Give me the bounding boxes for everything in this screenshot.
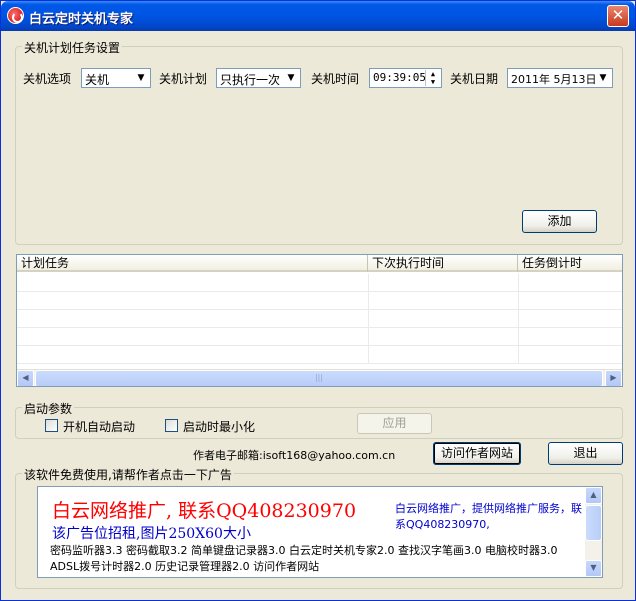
task-list[interactable]: 计划任务 下次执行时间 任务倒计时 ◀ ||| ▶: [16, 254, 623, 387]
task-list-rows: [17, 274, 622, 364]
shutdown-date-value: 2011年 5月13日: [511, 73, 597, 86]
scroll-up-icon[interactable]: ▲: [585, 487, 602, 504]
autostart-label[interactable]: 开机自动启动: [63, 418, 135, 435]
ad-subheadline[interactable]: 该广告位招租,图片250X60大小: [52, 523, 251, 543]
close-icon: ✕: [611, 6, 625, 24]
list-item: [17, 274, 622, 292]
visit-author-site-button[interactable]: 访问作者网站: [433, 442, 521, 465]
window-title: 白云定时关机专家: [29, 12, 134, 27]
shutdown-plan-value: 只执行一次: [220, 73, 281, 87]
visit-button-label: 访问作者网站: [440, 446, 513, 460]
shutdown-option-value: 关机: [85, 73, 110, 87]
shutdown-time-input[interactable]: 09:39:05 ▲ ▼: [369, 68, 442, 88]
add-button[interactable]: 添加: [522, 210, 597, 233]
ad-headline[interactable]: 白云网络推广, 联系QQ408230970: [52, 496, 356, 523]
dropdown-arrow-icon[interactable]: ▼: [283, 70, 299, 86]
ad-panel[interactable]: 白云网络推广, 联系QQ408230970 该广告位招租,图片250X60大小 …: [37, 486, 603, 578]
scroll-right-icon[interactable]: ▶: [605, 370, 622, 386]
add-button-label: 添加: [547, 214, 572, 228]
ad-scroll-thumb[interactable]: [585, 505, 602, 541]
shutdown-option-select[interactable]: 关机 ▼: [81, 68, 151, 88]
shutdown-option-label: 关机选项: [23, 72, 72, 86]
list-item: [17, 292, 622, 310]
author-email: 作者电子邮箱:isoft168@yahoo.com.cn: [193, 449, 396, 462]
ad-software-links[interactable]: 密码监听器3.3 密码截取3.2 简单键盘记录器3.0 白云定时关机专家2.0 …: [50, 543, 580, 575]
list-item: [17, 346, 622, 364]
dropdown-arrow-icon[interactable]: ▼: [133, 70, 149, 86]
exit-button-label: 退出: [573, 446, 598, 460]
close-button[interactable]: ✕: [607, 5, 629, 27]
scroll-left-icon[interactable]: ◀: [17, 370, 34, 386]
shutdown-time-value: 09:39:05: [373, 71, 426, 84]
autostart-checkbox[interactable]: [45, 419, 58, 432]
list-item: [17, 328, 622, 346]
shutdown-time-label: 关机时间: [311, 72, 360, 86]
horizontal-scrollbar[interactable]: ◀ ||| ▶: [17, 369, 622, 386]
ad-group-legend: 该软件免费使用,请帮作者点击一下广告: [22, 466, 234, 483]
exit-button[interactable]: 退出: [548, 442, 623, 465]
time-spinner[interactable]: ▲ ▼: [425, 70, 440, 86]
title-bar[interactable]: 白云定时关机专家 ✕: [1, 1, 635, 31]
settings-group-legend: 关机计划任务设置: [22, 39, 123, 56]
spin-down-icon[interactable]: ▼: [426, 78, 440, 86]
list-item: [17, 310, 622, 328]
startup-group-legend: 启动参数: [22, 400, 75, 417]
minimize-label[interactable]: 启动时最小化: [183, 418, 255, 435]
ad-side-text[interactable]: 白云网络推广，提供网络推广服务，联系QQ408230970,: [395, 501, 590, 533]
shutdown-date-picker[interactable]: 2011年 5月13日 ▼: [507, 68, 613, 88]
apply-button-label: 应用: [382, 416, 407, 430]
shutdown-plan-select[interactable]: 只执行一次 ▼: [216, 68, 301, 88]
column-header-next-run[interactable]: 下次执行时间: [368, 255, 518, 272]
main-window: 白云定时关机专家 ✕ 关机计划任务设置 关机选项 关机 ▼ 关机计划 只执行一次…: [0, 0, 636, 601]
apply-button[interactable]: 应用: [357, 413, 432, 434]
app-icon[interactable]: [7, 7, 24, 24]
scroll-thumb[interactable]: |||: [35, 370, 603, 386]
minimize-checkbox[interactable]: [165, 419, 178, 432]
shutdown-plan-label: 关机计划: [159, 72, 208, 86]
dropdown-arrow-icon[interactable]: ▼: [595, 70, 611, 86]
column-header-task[interactable]: 计划任务: [17, 255, 368, 272]
column-header-countdown[interactable]: 任务倒计时: [518, 255, 622, 272]
spin-up-icon[interactable]: ▲: [426, 70, 440, 78]
ad-vertical-scrollbar[interactable]: ▲ ▼: [585, 487, 602, 577]
shutdown-date-label: 关机日期: [450, 72, 499, 86]
task-list-header: 计划任务 下次执行时间 任务倒计时: [17, 255, 622, 272]
scroll-down-icon[interactable]: ▼: [585, 560, 602, 577]
